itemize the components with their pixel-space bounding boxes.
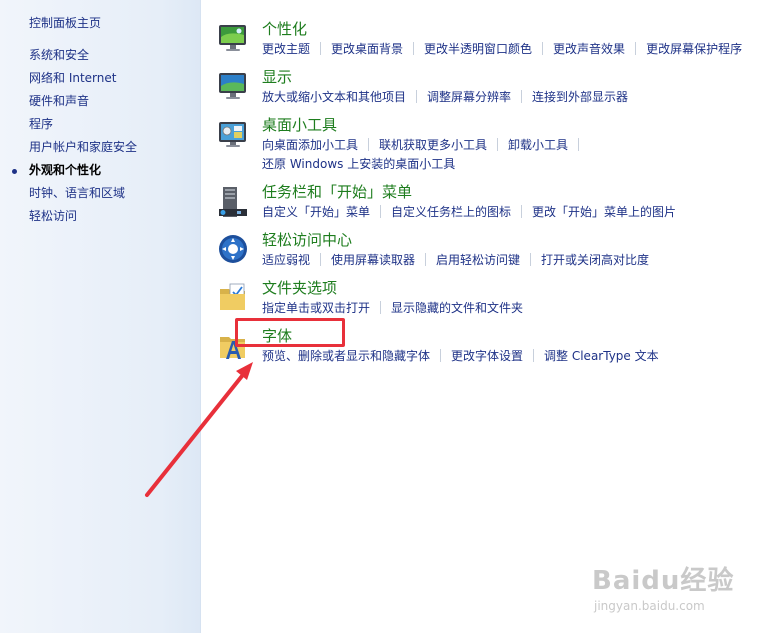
link-external-display[interactable]: 连接到外部显示器 (532, 90, 628, 104)
link-screen-reader[interactable]: 使用屏幕读取器 (331, 253, 415, 267)
category-links-folder-options: 指定单击或双击打开 显示隐藏的文件和文件夹 (262, 299, 762, 318)
link-separator (320, 253, 322, 266)
sidebar-item-user-accounts[interactable]: 用户帐户和家庭安全 (0, 139, 137, 162)
category-title-gadgets[interactable]: 桌面小工具 (262, 116, 337, 134)
sidebar-item-hardware-sound[interactable]: 硬件和声音 (0, 93, 137, 116)
link-easy-access-keys[interactable]: 启用轻松访问键 (436, 253, 520, 267)
display-icon[interactable] (217, 70, 249, 102)
link-separator (380, 301, 382, 314)
link-separator (521, 90, 523, 103)
link-separator (635, 42, 637, 55)
link-restore-gadgets[interactable]: 还原 Windows 上安装的桌面小工具 (262, 157, 455, 171)
link-get-more-gadgets[interactable]: 联机获取更多小工具 (379, 138, 487, 152)
sidebar-item-programs[interactable]: 程序 (0, 116, 137, 139)
category-title-display[interactable]: 显示 (262, 68, 292, 86)
link-change-sounds[interactable]: 更改声音效果 (553, 42, 625, 56)
link-separator (440, 349, 442, 362)
watermark-brand: Baidu经验 (592, 566, 735, 596)
sidebar-item-ease-of-access[interactable]: 轻松访问 (0, 208, 137, 231)
link-customize-start-menu[interactable]: 自定义「开始」菜单 (262, 205, 370, 219)
link-separator (578, 138, 580, 151)
watermark-url: jingyan.baidu.com (594, 599, 705, 613)
category-links-taskbar: 自定义「开始」菜单 自定义任务栏上的图标 更改「开始」菜单上的图片 (262, 203, 762, 222)
link-separator (380, 205, 382, 218)
sidebar-item-network-internet[interactable]: 网络和 Internet (0, 70, 137, 93)
link-separator (497, 138, 499, 151)
link-change-start-picture[interactable]: 更改「开始」菜单上的图片 (532, 205, 676, 219)
link-change-theme[interactable]: 更改主题 (262, 42, 310, 56)
link-separator (425, 253, 427, 266)
annotation-highlight-box (235, 318, 345, 347)
main-content: 个性化 更改主题 更改桌面背景 更改半透明窗口颜色 更改声音效果 更改屏幕保护程序 显示… (200, 0, 767, 633)
category-links-ease-of-access: 适应弱视 使用屏幕读取器 启用轻松访问键 打开或关闭高对比度 (262, 251, 762, 270)
link-separator (542, 42, 544, 55)
link-separator (416, 90, 418, 103)
folder-options-icon[interactable] (217, 281, 249, 313)
gadgets-icon[interactable] (217, 118, 249, 150)
link-separator (368, 138, 370, 151)
taskbar-icon[interactable] (217, 185, 249, 217)
control-panel-home-link[interactable]: 控制面板主页 (29, 14, 101, 31)
link-customize-taskbar-icons[interactable]: 自定义任务栏上的图标 (391, 205, 511, 219)
link-separator (530, 253, 532, 266)
personalization-icon[interactable] (217, 22, 249, 54)
category-links-display: 放大或缩小文本和其他项目 调整屏幕分辨率 连接到外部显示器 (262, 88, 762, 107)
link-low-vision[interactable]: 适应弱视 (262, 253, 310, 267)
link-separator (413, 42, 415, 55)
sidebar-item-clock-language[interactable]: 时钟、语言和区域 (0, 185, 137, 208)
link-text-size[interactable]: 放大或缩小文本和其他项目 (262, 90, 406, 104)
sidebar-item-appearance[interactable]: 外观和个性化 (0, 162, 137, 185)
link-add-gadgets[interactable]: 向桌面添加小工具 (262, 138, 358, 152)
link-show-hidden-files[interactable]: 显示隐藏的文件和文件夹 (391, 301, 523, 315)
sidebar: 控制面板主页 系统和安全 网络和 Internet 硬件和声音 程序 用户帐户和… (0, 0, 201, 633)
link-screen-resolution[interactable]: 调整屏幕分辨率 (427, 90, 511, 104)
watermark: Baidu经验 jingyan.baidu.com (592, 560, 734, 613)
link-preview-delete-fonts[interactable]: 预览、删除或者显示和隐藏字体 (262, 349, 430, 363)
link-change-desktop-background[interactable]: 更改桌面背景 (331, 42, 403, 56)
category-links-gadgets: 向桌面添加小工具 联机获取更多小工具 卸载小工具 还原 Windows 上安装的桌面… (262, 136, 762, 174)
link-change-screen-saver[interactable]: 更改屏幕保护程序 (646, 42, 742, 56)
ease-of-access-icon[interactable] (217, 233, 249, 265)
category-links-personalization: 更改主题 更改桌面背景 更改半透明窗口颜色 更改声音效果 更改屏幕保护程序 (262, 40, 762, 59)
category-title-folder-options[interactable]: 文件夹选项 (262, 279, 337, 297)
category-title-taskbar[interactable]: 任务栏和「开始」菜单 (262, 183, 412, 201)
category-links-fonts: 预览、删除或者显示和隐藏字体 更改字体设置 调整 ClearType 文本 (262, 347, 762, 366)
link-separator (320, 42, 322, 55)
link-separator (521, 205, 523, 218)
link-single-double-click[interactable]: 指定单击或双击打开 (262, 301, 370, 315)
link-separator (533, 349, 535, 362)
link-adjust-cleartype[interactable]: 调整 ClearType 文本 (544, 349, 659, 363)
sidebar-nav: 系统和安全 网络和 Internet 硬件和声音 程序 用户帐户和家庭安全 外观… (0, 47, 137, 231)
sidebar-item-system-security[interactable]: 系统和安全 (0, 47, 137, 70)
category-title-personalization[interactable]: 个性化 (262, 20, 307, 38)
category-title-ease-of-access[interactable]: 轻松访问中心 (262, 231, 352, 249)
link-uninstall-gadget[interactable]: 卸载小工具 (508, 138, 568, 152)
link-high-contrast[interactable]: 打开或关闭高对比度 (541, 253, 649, 267)
link-change-window-color[interactable]: 更改半透明窗口颜色 (424, 42, 532, 56)
link-change-font-settings[interactable]: 更改字体设置 (451, 349, 523, 363)
